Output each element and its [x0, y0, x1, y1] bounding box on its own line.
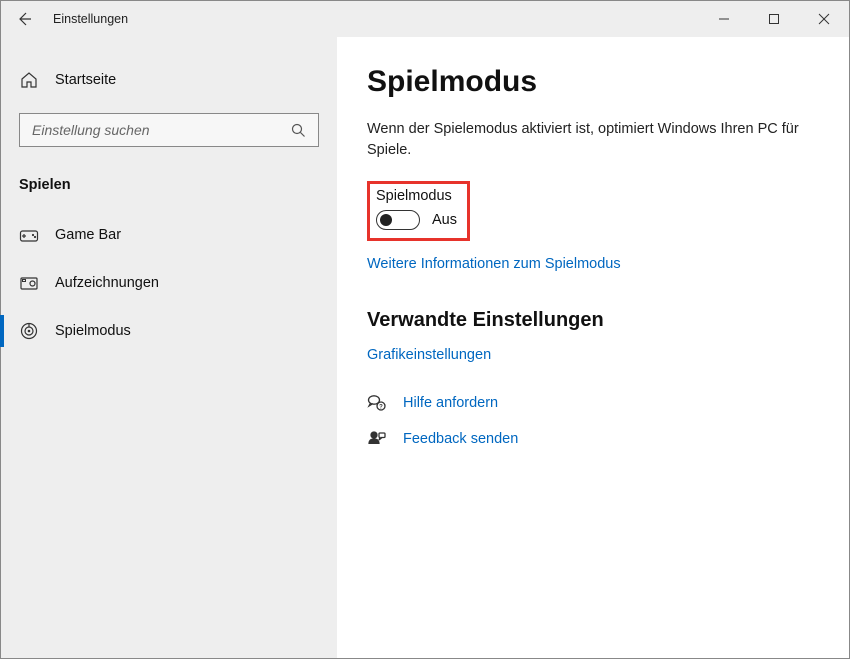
get-help-label: Hilfe anfordern [403, 395, 498, 411]
feedback-icon [367, 430, 387, 448]
sidebar: Startseite Spielen [1, 37, 337, 658]
gamemode-icon [19, 321, 39, 341]
get-help-row[interactable]: ? Hilfe anfordern [367, 394, 809, 412]
sidebar-item-gamemode[interactable]: Spielmodus [1, 307, 337, 355]
maximize-button[interactable] [749, 1, 799, 37]
window-controls [699, 1, 849, 37]
back-button[interactable] [1, 1, 47, 37]
highlight-box: Spielmodus Aus [367, 181, 470, 241]
close-button[interactable] [799, 1, 849, 37]
feedback-label: Feedback senden [403, 431, 518, 447]
gamemode-toggle[interactable] [376, 210, 420, 230]
minimize-icon [718, 13, 730, 25]
help-icon: ? [367, 394, 387, 412]
sidebar-category: Spielen [1, 167, 337, 211]
toggle-knob [380, 214, 392, 226]
home-icon [19, 71, 39, 89]
close-icon [818, 13, 830, 25]
search-icon [291, 123, 306, 138]
sidebar-item-label: Game Bar [55, 227, 121, 243]
more-info-link[interactable]: Weitere Informationen zum Spielmodus [367, 256, 621, 272]
related-heading: Verwandte Einstellungen [367, 309, 809, 332]
graphics-settings-link[interactable]: Grafikeinstellungen [367, 347, 491, 363]
page-heading: Spielmodus [367, 65, 809, 99]
sidebar-item-label: Aufzeichnungen [55, 275, 159, 291]
minimize-button[interactable] [699, 1, 749, 37]
sidebar-home[interactable]: Startseite [1, 61, 337, 99]
window-title: Einstellungen [53, 12, 128, 26]
content-area: Spielmodus Wenn der Spielemodus aktivier… [337, 37, 849, 658]
gamebar-icon [19, 226, 39, 244]
sidebar-home-label: Startseite [55, 72, 116, 88]
toggle-label: Spielmodus [376, 188, 457, 204]
feedback-row[interactable]: Feedback senden [367, 430, 809, 448]
titlebar: Einstellungen [1, 1, 849, 37]
sidebar-item-label: Spielmodus [55, 323, 131, 339]
back-arrow-icon [16, 11, 32, 27]
sidebar-nav: Game Bar Aufzeichnungen [1, 211, 337, 355]
maximize-icon [768, 13, 780, 25]
toggle-state-text: Aus [432, 212, 457, 228]
page-description: Wenn der Spielemodus aktiviert ist, opti… [367, 119, 809, 161]
search-input[interactable] [32, 122, 291, 138]
capture-icon [19, 274, 39, 292]
sidebar-item-gamebar[interactable]: Game Bar [1, 211, 337, 259]
search-input-wrap[interactable] [19, 113, 319, 147]
svg-text:?: ? [379, 405, 383, 411]
sidebar-item-captures[interactable]: Aufzeichnungen [1, 259, 337, 307]
